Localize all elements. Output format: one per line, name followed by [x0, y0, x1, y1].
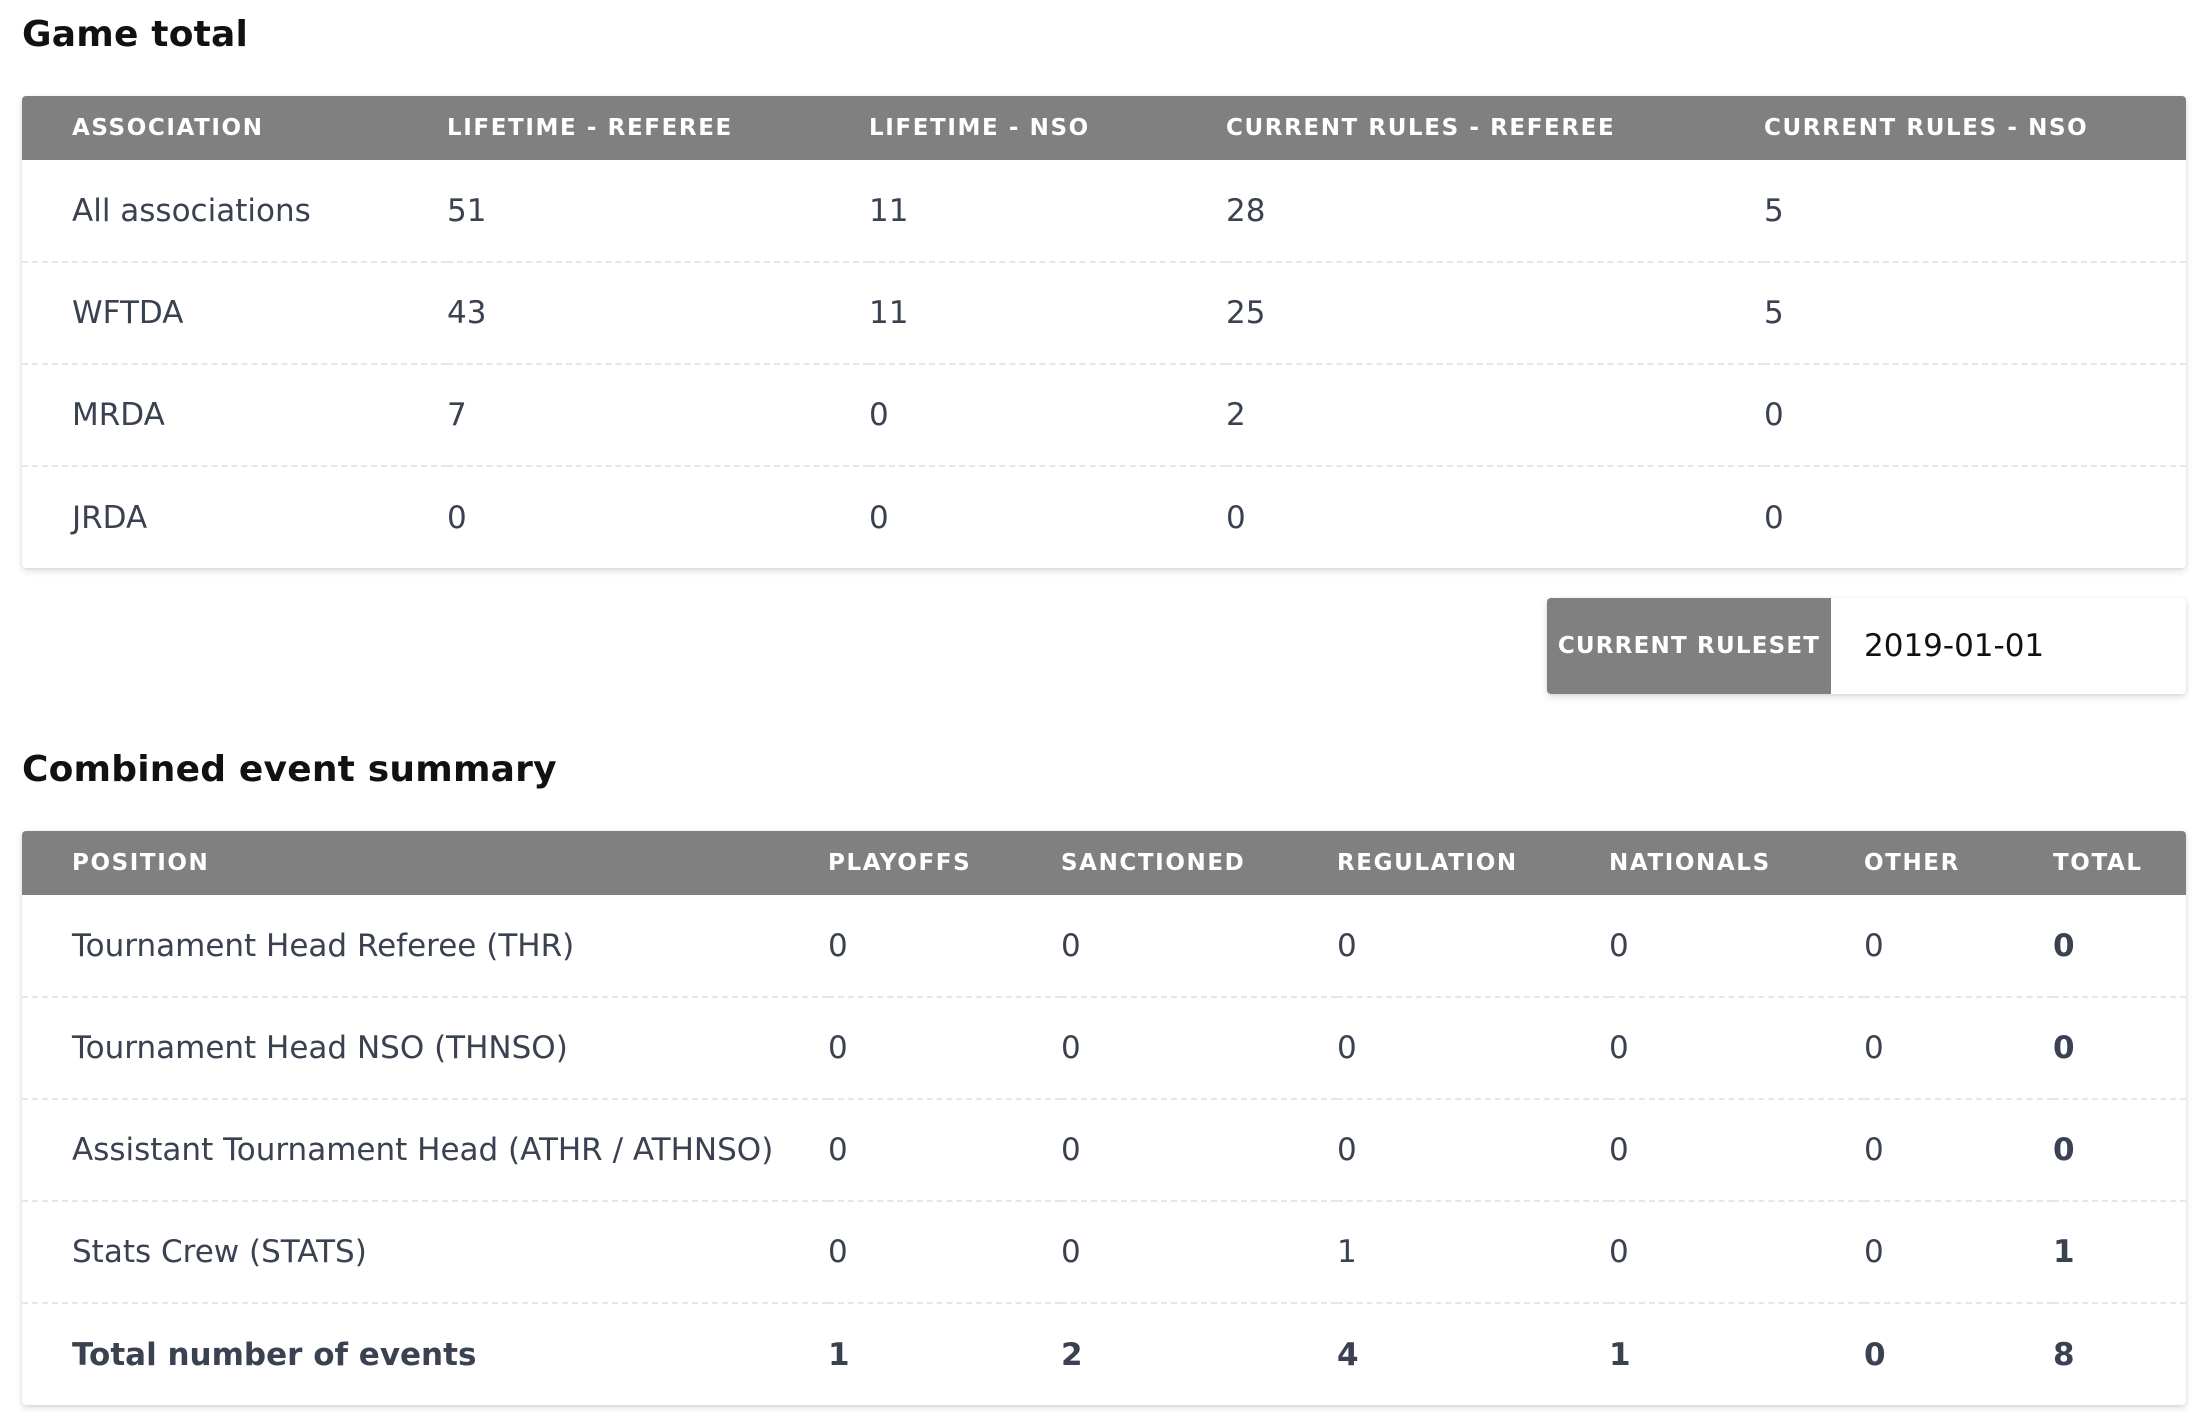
- total-row-label: Total number of events: [72, 1336, 477, 1373]
- table-header-row: POSITION PLAYOFFS SANCTIONED REGULATION …: [22, 831, 2186, 895]
- column-header-nationals[interactable]: NATIONALS: [1609, 831, 1864, 895]
- position-name: Stats Crew (STATS): [72, 1234, 367, 1270]
- position-name: Assistant Tournament Head (ATHR / ATHNSO…: [72, 1132, 774, 1168]
- playoffs-value: 0: [828, 1234, 848, 1270]
- current-rules-referee-value: 25: [1226, 295, 1266, 331]
- lifetime-referee-value: 51: [447, 192, 487, 229]
- total-value: 1: [2053, 1234, 2075, 1270]
- regulation-value: 0: [1337, 1132, 1357, 1168]
- nationals-value: 0: [1609, 927, 1629, 964]
- table-row: Tournament Head NSO (THNSO) 0 0 0 0 0 0: [22, 997, 2186, 1099]
- column-header-current-rules-nso[interactable]: CURRENT RULES - NSO: [1764, 96, 2186, 160]
- association-name: WFTDA: [72, 295, 184, 331]
- lifetime-nso-value: 0: [869, 499, 889, 536]
- current-rules-nso-value: 0: [1764, 499, 1784, 536]
- sanctioned-value: 0: [1061, 1132, 1081, 1168]
- regulation-value: 0: [1337, 927, 1357, 964]
- sanctioned-value: 0: [1061, 927, 1081, 964]
- total-value: 0: [2053, 927, 2075, 964]
- lifetime-nso-value: 11: [869, 192, 909, 229]
- current-rules-nso-value: 5: [1764, 192, 1784, 229]
- column-header-sanctioned[interactable]: SANCTIONED: [1061, 831, 1337, 895]
- association-name: JRDA: [72, 499, 148, 536]
- playoffs-value: 0: [828, 927, 848, 964]
- table-row: JRDA 0 0 0 0: [22, 466, 2186, 568]
- event-summary-table-card: POSITION PLAYOFFS SANCTIONED REGULATION …: [22, 831, 2186, 1405]
- total-playoffs-value: 1: [828, 1336, 850, 1373]
- current-rules-referee-value: 2: [1226, 397, 1246, 433]
- total-sanctioned-value: 2: [1061, 1336, 1083, 1373]
- grand-total-value: 8: [2053, 1336, 2075, 1373]
- nationals-value: 0: [1609, 1030, 1629, 1066]
- table-row: WFTDA 43 11 25 5: [22, 262, 2186, 364]
- regulation-value: 0: [1337, 1030, 1357, 1066]
- table-row: Tournament Head Referee (THR) 0 0 0 0 0 …: [22, 895, 2186, 997]
- lifetime-nso-value: 0: [869, 397, 889, 433]
- column-header-total[interactable]: TOTAL: [2053, 831, 2186, 895]
- playoffs-value: 0: [828, 1132, 848, 1168]
- column-header-association[interactable]: ASSOCIATION: [22, 96, 447, 160]
- table-row: All associations 51 11 28 5: [22, 160, 2186, 262]
- column-header-regulation[interactable]: REGULATION: [1337, 831, 1609, 895]
- total-value: 0: [2053, 1132, 2075, 1168]
- lifetime-nso-value: 11: [869, 295, 909, 331]
- current-ruleset-value: 2019-01-01: [1864, 628, 2045, 664]
- position-name: Tournament Head Referee (THR): [72, 927, 575, 964]
- column-header-current-rules-referee[interactable]: CURRENT RULES - REFEREE: [1226, 96, 1764, 160]
- current-ruleset-box: CURRENT RULESET 2019-01-01: [1547, 598, 2186, 694]
- lifetime-referee-value: 7: [447, 397, 467, 433]
- current-rules-nso-value: 0: [1764, 397, 1784, 433]
- nationals-value: 0: [1609, 1234, 1629, 1270]
- column-header-lifetime-nso[interactable]: LIFETIME - NSO: [869, 96, 1226, 160]
- total-regulation-value: 4: [1337, 1336, 1359, 1373]
- event-summary-table: POSITION PLAYOFFS SANCTIONED REGULATION …: [22, 831, 2186, 1405]
- other-value: 0: [1864, 1234, 1884, 1270]
- playoffs-value: 0: [828, 1030, 848, 1066]
- total-row: Total number of events 1 2 4 1 0 8: [22, 1303, 2186, 1405]
- game-total-title: Game total: [22, 14, 249, 55]
- game-total-table: ASSOCIATION LIFETIME - REFEREE LIFETIME …: [22, 96, 2186, 568]
- lifetime-referee-value: 0: [447, 499, 467, 536]
- game-total-table-card: ASSOCIATION LIFETIME - REFEREE LIFETIME …: [22, 96, 2186, 568]
- other-value: 0: [1864, 1132, 1884, 1168]
- sanctioned-value: 0: [1061, 1030, 1081, 1066]
- current-rules-referee-value: 0: [1226, 499, 1246, 536]
- sanctioned-value: 0: [1061, 1234, 1081, 1270]
- table-header-row: ASSOCIATION LIFETIME - REFEREE LIFETIME …: [22, 96, 2186, 160]
- column-header-playoffs[interactable]: PLAYOFFS: [828, 831, 1061, 895]
- table-row: Stats Crew (STATS) 0 0 1 0 0 1: [22, 1201, 2186, 1303]
- other-value: 0: [1864, 927, 1884, 964]
- current-rules-referee-value: 28: [1226, 192, 1266, 229]
- event-summary-title: Combined event summary: [22, 749, 557, 790]
- column-header-other[interactable]: OTHER: [1864, 831, 2053, 895]
- current-ruleset-label: CURRENT RULESET: [1547, 598, 1831, 694]
- lifetime-referee-value: 43: [447, 295, 487, 331]
- position-name: Tournament Head NSO (THNSO): [72, 1030, 568, 1066]
- nationals-value: 0: [1609, 1132, 1629, 1168]
- other-value: 0: [1864, 1030, 1884, 1066]
- total-value: 0: [2053, 1030, 2075, 1066]
- association-name: All associations: [72, 192, 311, 229]
- total-nationals-value: 1: [1609, 1336, 1631, 1373]
- column-header-lifetime-referee[interactable]: LIFETIME - REFEREE: [447, 96, 869, 160]
- total-other-value: 0: [1864, 1336, 1886, 1373]
- regulation-value: 1: [1337, 1234, 1357, 1270]
- table-row: Assistant Tournament Head (ATHR / ATHNSO…: [22, 1099, 2186, 1201]
- table-row: MRDA 7 0 2 0: [22, 364, 2186, 466]
- column-header-position[interactable]: POSITION: [22, 831, 828, 895]
- current-rules-nso-value: 5: [1764, 295, 1784, 331]
- association-name: MRDA: [72, 397, 165, 433]
